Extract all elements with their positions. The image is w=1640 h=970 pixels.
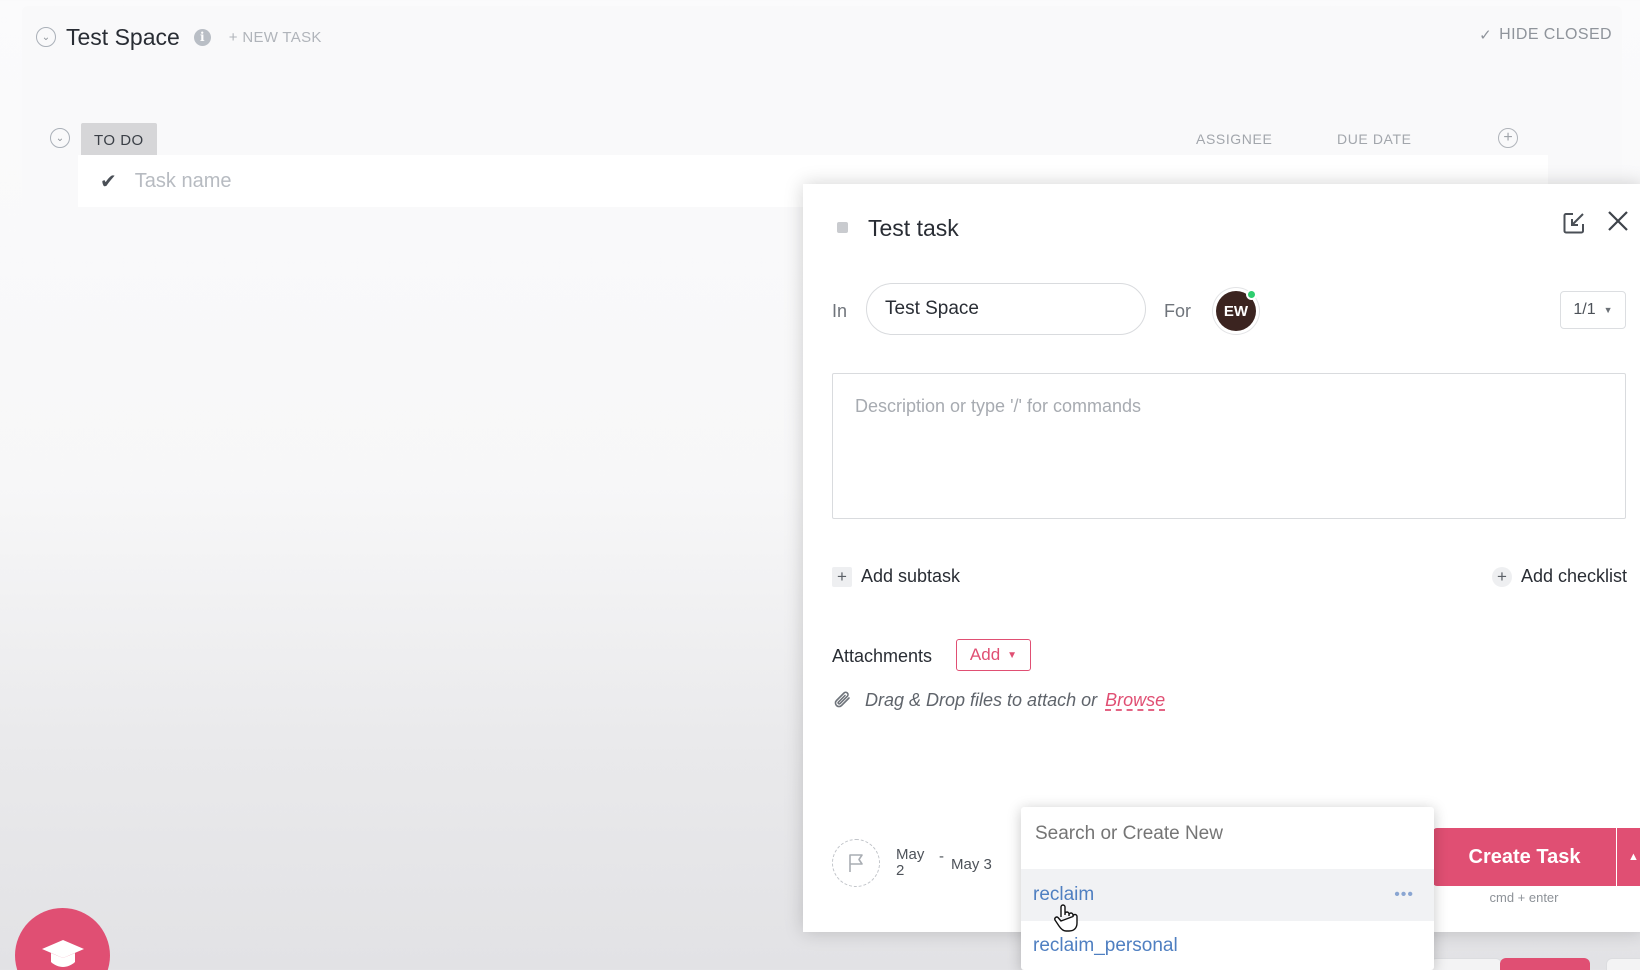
keyboard-shortcut-hint: cmd + enter [1489, 890, 1559, 905]
status-badge[interactable]: TO DO [81, 123, 157, 157]
task-title-input[interactable]: Test task [868, 215, 959, 242]
add-attachment-label: Add [969, 645, 1001, 664]
online-indicator [1246, 289, 1257, 300]
paperclip-icon [834, 691, 850, 708]
space-selector[interactable]: Test Space [866, 283, 1146, 335]
add-subtask-label: Add subtask [861, 566, 961, 586]
attachment-dropzone[interactable]: Drag & Drop files to attach or Browse [832, 689, 1165, 711]
add-attachment-button[interactable]: Add ▼ [956, 639, 1031, 671]
description-placeholder: Description or type '/' for commands [855, 396, 1141, 416]
start-date[interactable]: May 2 [896, 847, 932, 879]
tag-option-label: reclaim_personal [1033, 935, 1178, 956]
collapse-space-icon[interactable]: ⌄ [36, 27, 56, 47]
partial-button[interactable] [1430, 958, 1502, 970]
caret-down-icon: ▼ [1603, 305, 1613, 315]
hand-cursor-icon [1054, 904, 1078, 932]
description-editor[interactable]: Description or type '/' for commands [832, 373, 1626, 519]
check-icon: ✓ [1479, 27, 1493, 44]
due-date[interactable]: May 3 [951, 856, 992, 873]
add-column-icon[interactable]: + [1498, 128, 1518, 148]
tag-option[interactable]: reclaim ••• [1021, 869, 1434, 921]
status-square-icon[interactable] [837, 222, 848, 233]
assignee-avatar[interactable]: EW [1216, 289, 1257, 331]
create-task-button[interactable]: Create Task [1433, 828, 1616, 886]
attachments-label: Attachments [832, 646, 933, 666]
flag-icon [849, 854, 863, 872]
date-separator: - [939, 848, 944, 865]
tag-dropdown: reclaim ••• reclaim_personal [1021, 807, 1434, 970]
caret-up-icon: ▲ [1628, 851, 1639, 863]
hide-closed-toggle[interactable]: ✓ HIDE CLOSED [1479, 26, 1612, 44]
more-options-icon[interactable]: ••• [1394, 886, 1414, 904]
hide-closed-label: HIDE CLOSED [1499, 26, 1612, 43]
plus-icon: + [1491, 566, 1512, 587]
learning-center-button[interactable] [15, 908, 110, 970]
create-options-button[interactable]: ▲ [1617, 828, 1640, 886]
check-icon: ✔ [100, 170, 117, 193]
browse-link[interactable]: Browse [1105, 690, 1165, 711]
info-icon[interactable]: i [193, 28, 211, 46]
expand-icon[interactable] [1561, 210, 1587, 236]
graduation-cap-icon [41, 940, 84, 967]
status-group-header: ⌄ TO DO ASSIGNEE DUE DATE + [50, 120, 1590, 160]
add-subtask-button[interactable]: + Add subtask [832, 566, 960, 587]
space-title: Test Space [66, 23, 180, 50]
add-checklist-button[interactable]: + Add checklist [1491, 566, 1627, 587]
in-label: In [832, 301, 848, 321]
for-label: For [1164, 301, 1191, 321]
partial-accent-button[interactable] [1500, 958, 1590, 970]
avatar-initials: EW [1223, 302, 1249, 320]
space-header: ⌄ Test Space i + NEW TASK [36, 22, 322, 52]
task-name-input[interactable]: Task name [135, 170, 232, 193]
plus-icon: + [832, 566, 852, 587]
caret-down-icon: ▼ [1007, 649, 1018, 661]
new-task-button[interactable]: + NEW TASK [229, 29, 322, 46]
partial-button[interactable] [1606, 958, 1640, 970]
tag-option[interactable]: reclaim_personal [1021, 920, 1434, 970]
dropzone-text: Drag & Drop files to attach or [865, 689, 1098, 710]
collapse-group-icon[interactable]: ⌄ [50, 128, 70, 148]
due-date-column-header[interactable]: DUE DATE [1337, 131, 1412, 147]
add-checklist-label: Add checklist [1520, 566, 1627, 586]
task-counter-dropdown[interactable]: 1/1 ▼ [1560, 291, 1626, 329]
assignee-column-header[interactable]: ASSIGNEE [1196, 131, 1272, 147]
tag-search-input[interactable] [1033, 822, 1417, 846]
priority-flag-button[interactable] [832, 839, 880, 887]
task-counter-value: 1/1 [1573, 301, 1596, 318]
close-icon[interactable] [1605, 208, 1631, 234]
